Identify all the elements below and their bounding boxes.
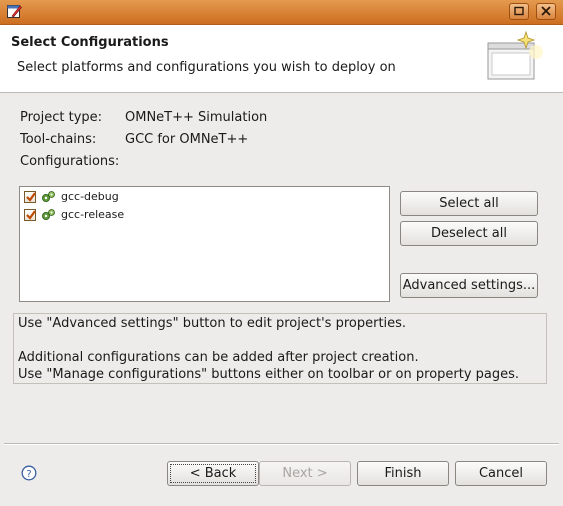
configuration-name: gcc-release (61, 208, 125, 221)
deselect-all-button[interactable]: Deselect all (400, 221, 538, 246)
finish-button[interactable]: Finish (357, 461, 449, 486)
maximize-icon (514, 6, 524, 16)
configuration-name: gcc-debug (61, 190, 119, 203)
checkmark-icon (26, 192, 36, 202)
configurations-label: Configurations: (20, 154, 120, 169)
advanced-settings-button[interactable]: Advanced settings... (400, 273, 538, 298)
checkmark-icon (26, 210, 36, 220)
wizard-header: Select Configurations Select platforms a… (0, 25, 563, 93)
close-button[interactable] (536, 3, 556, 20)
footer-separator (4, 443, 559, 445)
title-bar[interactable] (0, 0, 563, 25)
page-title: Select Configurations (11, 35, 169, 50)
edit-window-icon (7, 5, 22, 18)
project-type-value: OMNeT++ Simulation (125, 110, 268, 125)
gears-icon (42, 209, 55, 220)
checkbox[interactable] (24, 191, 36, 203)
page-description: Select platforms and configurations you … (17, 60, 396, 75)
toolchains-label: Tool-chains: (20, 132, 97, 147)
toolchains-value: GCC for OMNeT++ (125, 132, 249, 147)
svg-text:?: ? (26, 469, 31, 480)
checkbox[interactable] (24, 209, 36, 221)
info-panel: Use "Advanced settings" button to edit p… (13, 313, 547, 384)
project-type-label: Project type: (20, 110, 103, 125)
configurations-list[interactable]: gcc-debug gcc-release (19, 186, 390, 302)
wizard-banner-icon (487, 30, 543, 80)
next-button[interactable]: Next > (259, 461, 351, 486)
dialog-window: Select Configurations Select platforms a… (0, 0, 563, 506)
back-button[interactable]: < Back (167, 461, 259, 486)
info-line: Additional configurations can be added a… (18, 350, 419, 365)
maximize-button[interactable] (509, 3, 529, 20)
info-line: Use "Advanced settings" button to edit p… (18, 316, 407, 331)
info-line: Use "Manage configurations" buttons eith… (18, 367, 520, 382)
gears-icon (42, 191, 55, 202)
select-all-button[interactable]: Select all (400, 191, 538, 216)
close-icon (541, 6, 551, 16)
cancel-button[interactable]: Cancel (455, 461, 547, 486)
help-icon[interactable]: ? (21, 465, 37, 481)
